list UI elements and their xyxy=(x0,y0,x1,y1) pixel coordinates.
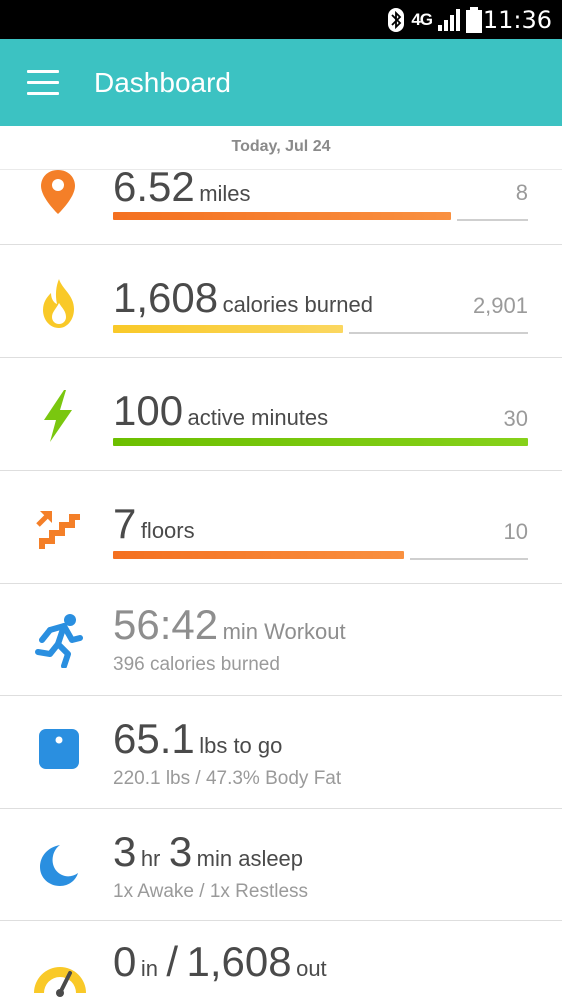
floors-unit: floors xyxy=(140,518,195,543)
food-out-unit: out xyxy=(296,956,327,981)
distance-value: 6.52 xyxy=(113,163,195,210)
sleep-minutes-unit: min asleep xyxy=(196,846,304,871)
distance-progress-bar xyxy=(113,212,451,220)
status-bar: 4G 11:36 xyxy=(0,0,562,39)
floors-goal-track xyxy=(410,558,528,560)
distance-goal: 8 xyxy=(515,180,528,205)
date-header: Today, Jul 24 xyxy=(0,126,562,170)
weight-details: 220.1 lbs / 47.3% Body Fat xyxy=(113,768,342,789)
workout-unit: min Workout xyxy=(222,619,346,644)
flame-icon xyxy=(43,279,74,328)
food-out-value: 1,608 xyxy=(186,938,292,985)
tile-distance[interactable]: 6.52 miles 8 xyxy=(0,164,562,245)
tile-calories[interactable]: 1,608 calories burned 2,901 xyxy=(0,245,562,358)
weight-unit: lbs to go xyxy=(199,733,283,758)
calories-progress-bar xyxy=(113,325,343,333)
distance-unit: miles xyxy=(199,181,251,206)
page-title: Dashboard xyxy=(94,67,231,98)
sleep-hours-unit: hr xyxy=(140,846,161,871)
active-minutes-goal: 30 xyxy=(503,406,528,431)
floors-progress-bar xyxy=(113,551,404,559)
sleep-hours: 3 xyxy=(113,828,137,875)
battery-icon xyxy=(466,6,482,33)
signal-strength-icon xyxy=(438,8,460,31)
calories-unit: calories burned xyxy=(222,292,373,317)
food-in-unit: in xyxy=(140,956,158,981)
food-separator: / xyxy=(166,938,179,985)
sleep-details: 1x Awake / 1x Restless xyxy=(113,881,309,902)
floors-goal: 10 xyxy=(503,519,528,544)
active-minutes-progress-bar xyxy=(113,438,528,446)
bluetooth-icon xyxy=(388,7,405,32)
sleep-minutes: 3 xyxy=(168,828,193,875)
tile-floors[interactable]: 7 floors 10 xyxy=(0,471,562,584)
calories-goal-track xyxy=(349,332,528,334)
tile-sleep[interactable]: 3 hr 3 min asleep 1x Awake / 1x Restless xyxy=(0,809,562,921)
distance-goal-track xyxy=(457,219,528,221)
stairs-icon xyxy=(36,511,80,549)
workout-calories: 396 calories burned xyxy=(113,654,280,675)
active-minutes-value: 100 xyxy=(113,387,184,434)
tile-food[interactable]: 0 in / 1,608 out xyxy=(0,921,562,999)
food-in-value: 0 xyxy=(113,938,137,985)
active-minutes-unit: active minutes xyxy=(187,405,329,430)
floors-value: 7 xyxy=(113,500,137,547)
app-bar: Dashboard xyxy=(0,39,562,126)
location-pin-icon xyxy=(41,170,75,214)
scale-icon xyxy=(39,729,79,769)
workout-duration: 56:42 xyxy=(113,601,219,648)
network-type: 4G xyxy=(411,10,433,29)
tile-workout[interactable]: 56:42 min Workout 396 calories burned xyxy=(0,584,562,696)
lightning-bolt-icon xyxy=(44,390,72,442)
clock: 11:36 xyxy=(482,6,552,34)
weight-value: 65.1 xyxy=(113,715,195,762)
calories-value: 1,608 xyxy=(113,274,219,321)
tile-active-minutes[interactable]: 100 active minutes 30 xyxy=(0,358,562,471)
crescent-moon-icon xyxy=(40,845,78,886)
gauge-icon xyxy=(34,967,86,997)
calories-goal: 2,901 xyxy=(472,293,528,318)
hamburger-menu-icon[interactable] xyxy=(27,70,61,96)
running-person-icon xyxy=(35,614,83,668)
date-label[interactable]: Today, Jul 24 xyxy=(0,138,562,156)
tile-weight[interactable]: 65.1 lbs to go 220.1 lbs / 47.3% Body Fa… xyxy=(0,696,562,809)
status-icons: 4G xyxy=(387,6,482,33)
